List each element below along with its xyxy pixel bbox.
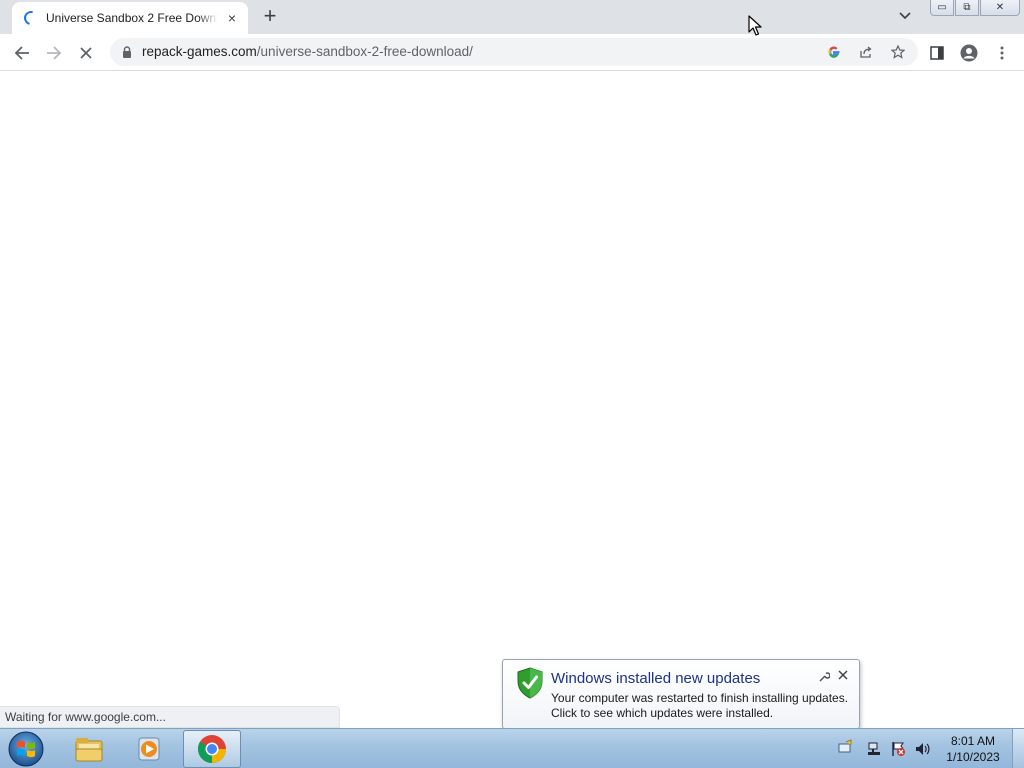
google-lens-g-icon[interactable]	[823, 41, 845, 63]
menu-kebab-icon[interactable]	[989, 40, 1015, 66]
profile-avatar-icon[interactable]	[956, 40, 982, 66]
tray-clock[interactable]: 8:01 AM 1/10/2023	[940, 733, 1006, 765]
notification-line-1: Your computer was restarted to finish in…	[551, 691, 849, 705]
status-bubble: Waiting for www.google.com...	[0, 706, 340, 728]
tray-network-update-icon[interactable]	[837, 739, 853, 755]
tab-strip: Universe Sandbox 2 Free Download × + ▭ ⧉…	[0, 0, 1024, 34]
tray-volume-icon[interactable]	[914, 741, 930, 757]
notification-title: Windows installed new updates	[551, 670, 761, 687]
url-host: repack-games.com	[142, 44, 257, 59]
clock-date: 1/10/2023	[946, 750, 1000, 764]
url-text: repack-games.com/universe-sandbox-2-free…	[142, 44, 473, 59]
notification-line-2: Click to see which updates were installe…	[551, 706, 774, 720]
mouse-cursor-icon	[748, 15, 762, 36]
tab-close-icon[interactable]: ×	[222, 8, 242, 28]
notification-close-icon[interactable]	[835, 667, 851, 683]
address-bar[interactable]: repack-games.com/universe-sandbox-2-free…	[110, 38, 918, 66]
new-tab-button[interactable]: +	[258, 4, 282, 28]
taskbar-media-player-button[interactable]	[120, 730, 178, 768]
bookmark-star-icon[interactable]	[887, 41, 909, 63]
forward-arrow-icon[interactable]	[41, 40, 67, 66]
close-window-button[interactable]: ✕	[980, 0, 1020, 16]
tab-search-chevron-icon[interactable]	[895, 6, 915, 26]
taskbar-explorer-button[interactable]	[60, 730, 118, 768]
taskbar-chrome-button[interactable]	[183, 730, 241, 768]
update-notification[interactable]: Windows installed new updates Your compu…	[502, 659, 860, 729]
notification-body: Your computer was restarted to finish in…	[551, 691, 848, 721]
folder-icon	[75, 738, 103, 762]
side-panel-icon[interactable]	[924, 40, 950, 66]
share-icon[interactable]	[855, 41, 877, 63]
window-controls: ▭ ⧉ ✕	[930, 0, 1020, 16]
loading-spinner-icon	[21, 8, 41, 28]
notification-options-wrench-icon[interactable]	[817, 669, 831, 683]
browser-toolbar: repack-games.com/universe-sandbox-2-free…	[0, 34, 1024, 71]
url-path: /universe-sandbox-2-free-download/	[256, 44, 473, 59]
chrome-icon	[198, 735, 226, 763]
lock-icon	[123, 46, 131, 58]
minimize-button[interactable]: ▭	[930, 0, 954, 16]
show-desktop-button[interactable]	[1012, 729, 1024, 768]
tray-network-icon[interactable]	[866, 741, 882, 757]
tray-action-center-flag-icon[interactable]	[890, 741, 906, 757]
page-content[interactable]	[0, 71, 1024, 728]
back-arrow-icon[interactable]	[9, 40, 35, 66]
browser-tab[interactable]: Universe Sandbox 2 Free Download ×	[12, 2, 248, 34]
stop-loading-icon[interactable]	[73, 40, 99, 66]
taskbar: 8:01 AM 1/10/2023	[0, 728, 1024, 768]
start-button-windows-orb-icon[interactable]	[6, 730, 46, 768]
windows-security-shield-icon	[517, 667, 543, 699]
media-player-icon	[138, 737, 160, 761]
restore-button[interactable]: ⧉	[955, 0, 979, 16]
clock-time: 8:01 AM	[950, 734, 996, 748]
tab-title: Universe Sandbox 2 Free Download	[46, 11, 218, 25]
